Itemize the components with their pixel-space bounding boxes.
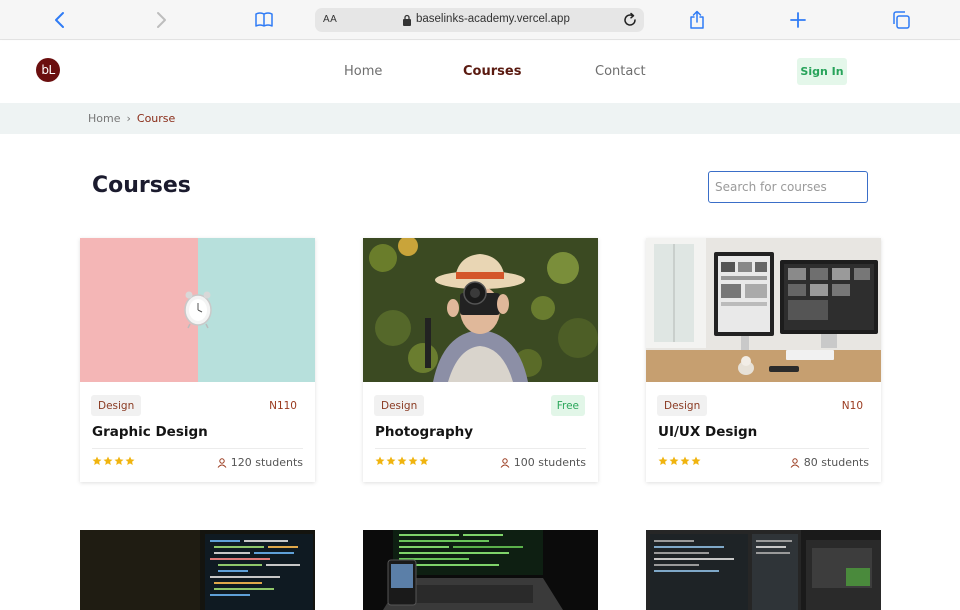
course-card-partial[interactable] — [80, 530, 315, 610]
price-label: Free — [550, 395, 585, 416]
user-icon — [217, 457, 227, 468]
user-icon — [500, 457, 510, 468]
card-divider — [92, 448, 303, 449]
address-bar[interactable]: AA baselinks-academy.vercel.app — [315, 8, 644, 32]
breadcrumb-separator: › — [126, 112, 131, 125]
star-icon — [397, 456, 407, 465]
search-input[interactable] — [708, 171, 868, 203]
star-icon — [419, 456, 429, 465]
forward-icon[interactable] — [151, 10, 171, 30]
breadcrumb-current: Course — [136, 112, 176, 125]
reader-aa-button[interactable]: AA — [323, 14, 337, 25]
course-title[interactable]: UI/UX Design — [658, 424, 757, 440]
category-badge: Design — [91, 395, 142, 416]
star-icon — [669, 456, 679, 465]
course-image-alarm-clock — [80, 238, 315, 382]
breadcrumb-home[interactable]: Home — [88, 112, 120, 125]
browser-toolbar: AA baselinks-academy.vercel.app — [0, 0, 960, 40]
bookmarks-icon[interactable] — [254, 10, 274, 30]
nav-courses[interactable]: Courses — [463, 64, 521, 79]
rating-stars — [375, 456, 429, 466]
site-header: bL Home Courses Contact Sign In — [0, 41, 960, 103]
user-icon — [790, 457, 800, 468]
course-card-partial[interactable] — [363, 530, 598, 610]
course-title[interactable]: Photography — [375, 424, 473, 440]
course-image-dual-monitor-code — [646, 530, 881, 610]
site-logo[interactable]: bL — [36, 58, 60, 82]
star-icon — [658, 456, 668, 465]
reload-icon[interactable] — [621, 11, 639, 29]
card-divider — [658, 448, 869, 449]
card-divider — [375, 448, 586, 449]
breadcrumb-bar: Home › Course — [0, 103, 960, 134]
share-icon[interactable] — [687, 10, 707, 30]
course-card[interactable]: Design N10 UI/UX Design 80 students — [646, 238, 881, 482]
course-title[interactable]: Graphic Design — [92, 424, 208, 440]
student-count-text: 80 students — [803, 456, 869, 469]
student-count: 80 students — [790, 456, 869, 469]
new-tab-icon[interactable] — [788, 10, 808, 30]
course-image-code-screen — [80, 530, 315, 610]
student-count: 100 students — [500, 456, 586, 469]
student-count: 120 students — [217, 456, 303, 469]
star-icon — [375, 456, 385, 465]
star-icon — [92, 456, 102, 465]
category-badge: Design — [374, 395, 425, 416]
star-icon — [386, 456, 396, 465]
breadcrumb: Home › Course — [88, 112, 175, 125]
rating-stars — [92, 456, 135, 466]
price-label: N10 — [841, 400, 863, 412]
course-image-laptop-code — [363, 530, 598, 610]
star-icon — [125, 456, 135, 465]
lock-icon — [403, 14, 411, 26]
nav-contact[interactable]: Contact — [595, 64, 646, 79]
nav-home[interactable]: Home — [344, 64, 382, 79]
price-label: N110 — [269, 400, 297, 412]
page-title: Courses — [92, 173, 191, 198]
star-icon — [114, 456, 124, 465]
course-image-photographer — [363, 238, 598, 382]
course-card[interactable]: Design N110 Graphic Design 120 students — [80, 238, 315, 482]
star-icon — [680, 456, 690, 465]
star-icon — [408, 456, 418, 465]
rating-stars — [658, 456, 701, 466]
url-text: baselinks-academy.vercel.app — [416, 13, 570, 25]
category-badge: Design — [657, 395, 708, 416]
star-icon — [691, 456, 701, 465]
student-count-text: 120 students — [230, 456, 303, 469]
course-card-partial[interactable] — [646, 530, 881, 610]
back-icon[interactable] — [50, 10, 70, 30]
student-count-text: 100 students — [513, 456, 586, 469]
course-image-computer-monitors — [646, 238, 881, 382]
sign-in-button[interactable]: Sign In — [797, 58, 847, 85]
course-card[interactable]: Design Free Photography 100 students — [363, 238, 598, 482]
star-icon — [103, 456, 113, 465]
tabs-overview-icon[interactable] — [891, 10, 911, 30]
